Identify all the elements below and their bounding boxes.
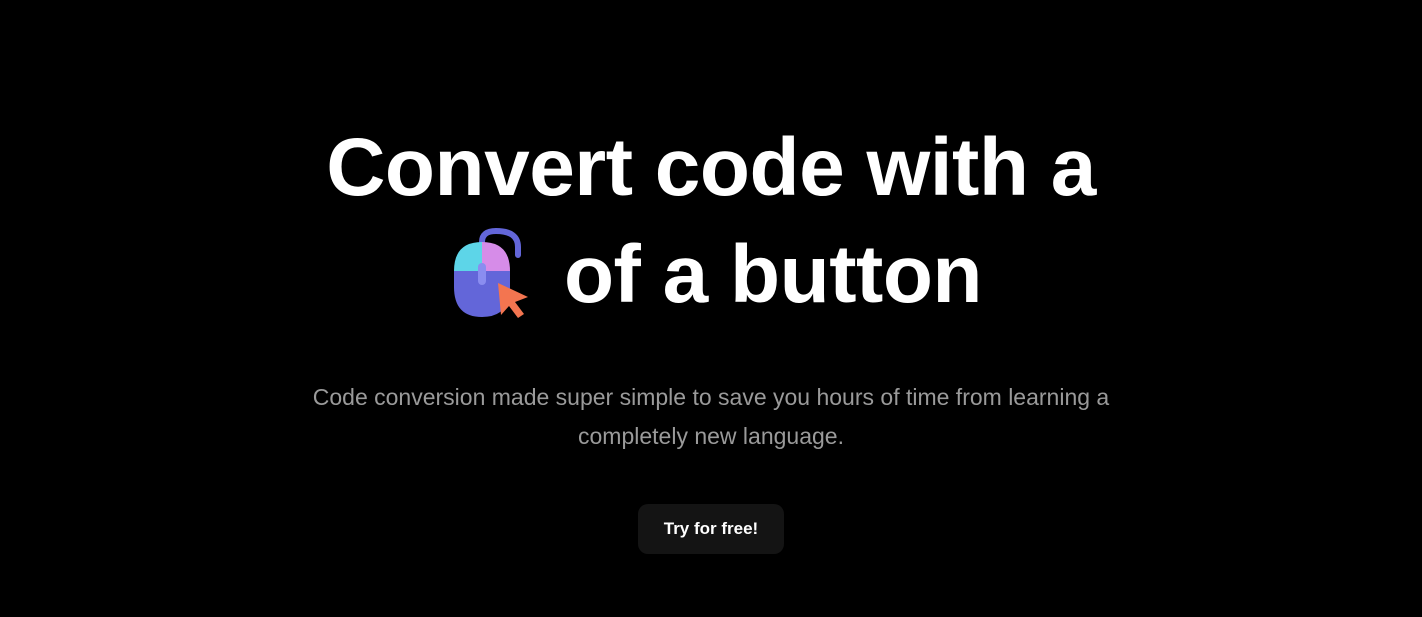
hero-title: Convert code with a of a — [326, 115, 1096, 328]
hero-title-line1: Convert code with a — [326, 115, 1096, 222]
mouse-click-icon — [440, 225, 540, 325]
try-for-free-button[interactable]: Try for free! — [638, 504, 784, 554]
hero-title-line2-text: of a button — [564, 222, 982, 329]
hero-subtitle: Code conversion made super simple to sav… — [301, 378, 1121, 456]
hero-section: Convert code with a of a — [301, 115, 1121, 554]
hero-title-line2-wrapper: of a button — [326, 222, 1096, 329]
